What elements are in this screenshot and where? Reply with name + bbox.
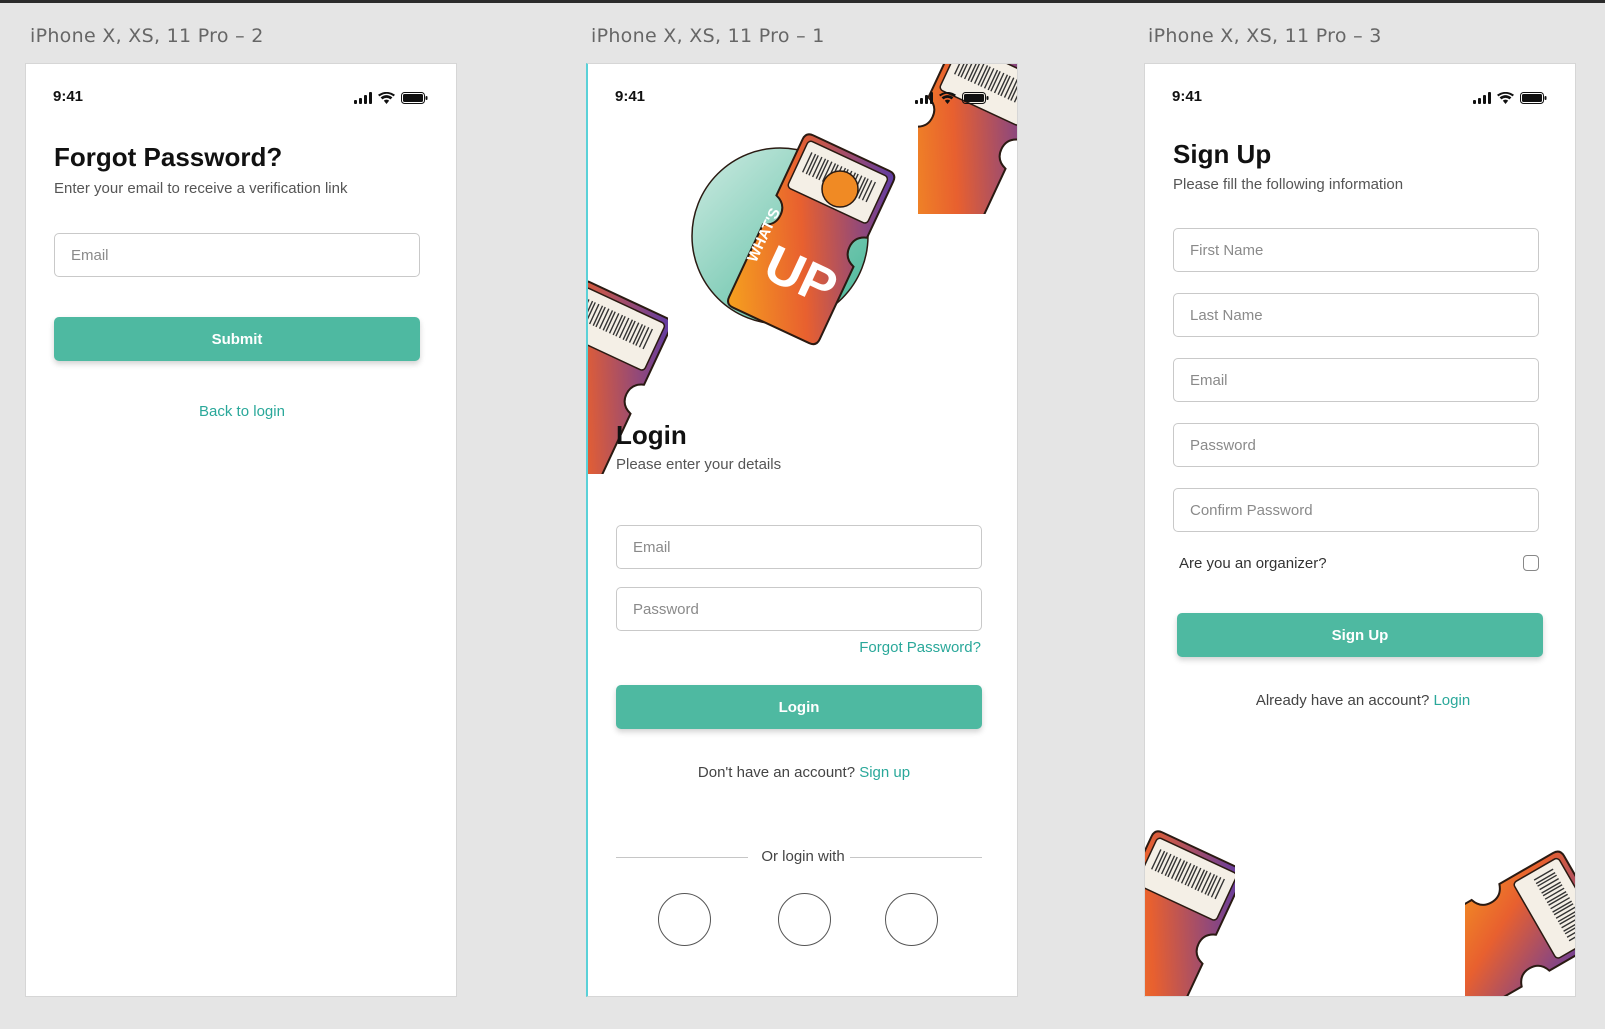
artboard-label-forgot: iPhone X, XS, 11 Pro – 2 — [30, 25, 264, 47]
whats-up-logo: WHAT'S UP — [691, 131, 898, 348]
ticket-decoration — [1465, 848, 1575, 996]
wifi-icon — [378, 92, 395, 104]
status-time: 9:41 — [1172, 88, 1203, 105]
forgot-password-screen: 9:41 Forgot Password? Enter your email t… — [25, 63, 457, 997]
page-subtitle: Enter your email to receive a verificati… — [54, 180, 348, 197]
confirm-password-field[interactable] — [1173, 488, 1539, 532]
password-field[interactable] — [1173, 423, 1539, 467]
email-field[interactable] — [616, 525, 982, 569]
battery-icon — [1520, 92, 1547, 104]
login-prompt: Already have an account? Login — [1145, 692, 1575, 709]
submit-button[interactable]: Submit — [54, 317, 420, 361]
signal-icon — [915, 92, 933, 104]
password-field[interactable] — [616, 587, 982, 631]
ticket-decoration — [1145, 828, 1235, 996]
organizer-checkbox[interactable] — [1523, 555, 1539, 571]
signal-icon — [1473, 92, 1491, 104]
battery-icon — [401, 92, 428, 104]
have-account-text: Already have an account? — [1255, 692, 1430, 709]
page-subtitle: Please enter your details — [616, 456, 782, 473]
status-bar: 9:41 — [615, 88, 989, 110]
status-icons — [915, 92, 989, 104]
email-field[interactable] — [1173, 358, 1539, 402]
signup-screen: 9:41 Sign Up Please fill the following i… — [1144, 63, 1576, 997]
status-time: 9:41 — [615, 88, 646, 105]
no-account-text: Don't have an account? — [697, 764, 856, 781]
last-name-field[interactable] — [1173, 293, 1539, 337]
first-name-field[interactable] — [1173, 228, 1539, 272]
forgot-password-link[interactable]: Forgot Password? — [859, 639, 981, 656]
email-field[interactable] — [54, 233, 420, 277]
status-time: 9:41 — [53, 88, 84, 105]
wifi-icon — [1497, 92, 1514, 104]
login-screen: WHAT'S UP 9:41 Login Please enter your d… — [586, 63, 1018, 997]
wifi-icon — [939, 92, 956, 104]
signup-prompt: Don't have an account? Sign up — [588, 764, 1017, 781]
artboard-label-signup: iPhone X, XS, 11 Pro – 3 — [1148, 25, 1382, 47]
status-icons — [1473, 92, 1547, 104]
organizer-label: Are you an organizer? — [1179, 555, 1327, 572]
back-to-login-link[interactable]: Back to login — [26, 403, 456, 420]
login-button[interactable]: Login — [616, 685, 982, 729]
page-title: Sign Up — [1173, 139, 1272, 169]
divider-line — [616, 857, 748, 858]
social-login-button[interactable] — [658, 893, 711, 946]
artboard-label-login: iPhone X, XS, 11 Pro – 1 — [591, 25, 825, 47]
divider-line — [850, 857, 982, 858]
social-login-button[interactable] — [885, 893, 938, 946]
signup-link[interactable]: Sign up — [859, 764, 910, 781]
signal-icon — [354, 92, 372, 104]
login-link[interactable]: Login — [1433, 692, 1470, 709]
battery-icon — [962, 92, 989, 104]
page-title: Forgot Password? — [54, 142, 283, 172]
signup-button[interactable]: Sign Up — [1177, 613, 1543, 657]
ticket-decoration — [918, 64, 1017, 214]
status-icons — [354, 92, 428, 104]
status-bar: 9:41 — [53, 88, 428, 110]
divider-text: Or login with — [761, 848, 845, 865]
status-bar: 9:41 — [1172, 88, 1547, 110]
page-title: Login — [616, 420, 687, 450]
page-subtitle: Please fill the following information — [1173, 176, 1404, 193]
social-login-button[interactable] — [778, 893, 831, 946]
